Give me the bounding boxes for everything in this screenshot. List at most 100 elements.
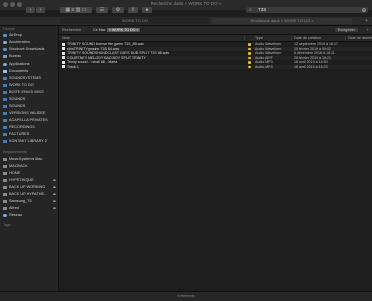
sidebar-tags-header: Tags <box>3 223 11 227</box>
audio-file-icon <box>62 51 65 55</box>
table-row[interactable]: Track 1 Audio MP3 18 avril 2019 à 16:23 <box>59 64 372 69</box>
sidebar-item-backup-working[interactable]: BACK UP WORKING ⏏ <box>3 184 57 190</box>
drive-icon <box>3 178 7 182</box>
sidebar-item-versions-validee[interactable]: VERSIONS VALIDEE <box>3 110 57 116</box>
audio-file-icon <box>62 56 65 60</box>
eject-icon[interactable]: ⏏ <box>53 177 56 183</box>
sidebar-item-label: Réseau <box>9 213 23 217</box>
column-divider[interactable] <box>244 36 245 40</box>
folder-icon <box>3 104 7 108</box>
save-search-button[interactable]: Enregistrer <box>334 28 358 32</box>
sidebar-item-label: HYPETHIQUE <box>9 178 34 182</box>
sidebar-item-label: AirDrop <box>9 33 22 37</box>
sidebar-item-sounds-2[interactable]: SOUNDS <box>3 103 57 109</box>
sidebar-item-work-to-do[interactable]: WORK TO DO <box>3 82 57 88</box>
sidebar-item-acapella-privates[interactable]: ACAPELLA PRIVATES <box>3 117 57 123</box>
tag-button[interactable]: ● <box>142 7 152 13</box>
drive-icon <box>3 199 7 203</box>
sidebar-item-downloads[interactable]: Stockové Downloads <box>3 46 57 52</box>
drive-icon <box>3 185 7 189</box>
sidebar-item-label: BACK UP HYPATHE... <box>9 192 48 196</box>
sidebar-item-bureau[interactable]: Bureau <box>3 53 57 59</box>
tab-search-results[interactable]: Recherche dans « WORK TO DO » <box>212 18 352 24</box>
column-view-icon[interactable]: ▥ <box>76 7 81 13</box>
sidebar-item-airdrop[interactable]: AirDrop <box>3 32 57 38</box>
back-button[interactable]: ‹ <box>26 7 35 13</box>
sidebar-item-backup-hypathe[interactable]: BACK UP HYPATHE... ⏏ <box>3 191 57 197</box>
sidebar-item-label: MusicSystem's Mac <box>9 157 43 161</box>
sidebar-item-label: KONTAKT LIBRARY 2 <box>9 139 47 143</box>
sidebar-item-label: SOUNDS <box>9 104 26 108</box>
applications-icon <box>3 62 7 66</box>
drive-icon <box>3 164 7 168</box>
folder-icon <box>3 90 7 94</box>
scope-this-mac[interactable]: Ce Mac <box>91 28 107 32</box>
column-date-modified[interactable]: Date de dernière... <box>348 35 372 41</box>
action-button[interactable]: ⚙ <box>112 7 124 13</box>
column-name[interactable]: Nom <box>62 35 70 41</box>
clock-icon <box>3 40 7 44</box>
scope-work-to-do[interactable]: « WORK TO DO » <box>107 28 141 32</box>
sidebar-item-applications[interactable]: Applications <box>3 61 57 67</box>
tab-work-to-do[interactable]: WORK TO DO <box>60 18 210 24</box>
audio-file-icon <box>62 47 65 51</box>
list-view-icon[interactable]: ≡ <box>71 7 74 13</box>
eject-icon[interactable]: ⏏ <box>53 198 56 204</box>
clear-search-icon[interactable]: × <box>362 8 366 12</box>
sidebar-item-label: Acceleration <box>9 40 30 44</box>
file-date-created: 18 avril 2019 à 16:23 <box>294 64 328 69</box>
toolbar: ‹ › ▦ ≡ ▥ ▭ ☷ ⚙ ⇪ ● ⌕ T3S × <box>0 5 372 17</box>
sidebar-item-label: FACTURES <box>9 132 30 136</box>
sidebar-item-label: MACBACK <box>9 164 28 168</box>
gear-icon: ⚙ <box>115 7 121 13</box>
eject-icon[interactable]: ⏏ <box>53 191 56 197</box>
share-icon: ⇪ <box>130 7 136 13</box>
column-type[interactable]: Type <box>255 35 263 41</box>
sidebar-item-reseau[interactable]: Réseau <box>3 212 57 218</box>
sidebar-item-home[interactable]: HOME <box>3 170 57 176</box>
eject-icon[interactable]: ⏏ <box>53 184 56 190</box>
view-mode-group[interactable]: ▦ ≡ ▥ ▭ <box>60 7 92 13</box>
folder-icon <box>3 118 7 122</box>
sidebar-item-soundsystems[interactable]: SOUNDSYSTEMS <box>3 75 57 81</box>
sidebar-item-samsung-t5[interactable]: Samsung_T5 ⏏ <box>3 198 57 204</box>
search-field[interactable]: ⌕ T3S × <box>246 7 368 13</box>
drive-icon <box>3 192 7 196</box>
sidebar-item-sounds[interactable]: SOUNDS <box>3 96 57 102</box>
folder-icon <box>3 111 7 115</box>
sidebar-item-acceleration[interactable]: Acceleration <box>3 39 57 45</box>
tag-dot <box>248 52 251 55</box>
sidebar-item-factures[interactable]: FACTURES <box>3 131 57 137</box>
search-input[interactable]: T3S <box>258 7 266 13</box>
sidebar-item-label: Alfred <box>9 206 19 210</box>
sidebar-item-computer[interactable]: MusicSystem's Mac <box>3 156 57 162</box>
sidebar-item-recordings[interactable]: RECORDINGS <box>3 124 57 130</box>
eject-icon[interactable]: ⏏ <box>53 205 56 211</box>
sidebar-item-label: SOUNDS <box>9 97 26 101</box>
file-list: TRINITY SOUND license fire game T3S_88.w… <box>59 42 372 300</box>
share-button[interactable]: ⇪ <box>128 7 138 13</box>
sidebar-item-label: VERSIONS VALIDEE <box>9 111 46 115</box>
sidebar-item-label: WORK TO DO <box>9 83 34 87</box>
sidebar-item-kontakt-library[interactable]: KONTAKT LIBRARY 2 <box>3 138 57 144</box>
new-tab-button[interactable]: + <box>365 18 368 24</box>
sidebar-item-alfred[interactable]: Alfred ⏏ <box>3 205 57 211</box>
sidebar-item-hypethique[interactable]: HYPETHIQUE ⏏ <box>3 177 57 183</box>
column-divider[interactable] <box>345 36 346 40</box>
sidebar-item-macback[interactable]: MACBACK <box>3 163 57 169</box>
sidebar-item-boite-envoi-mixs[interactable]: BOITE ENVOI MIXS <box>3 89 57 95</box>
gallery-view-icon[interactable]: ▭ <box>82 7 87 13</box>
tag-icon: ● <box>145 7 149 13</box>
search-scope-bar: Rechercher : Ce Mac « WORK TO DO » Enreg… <box>59 26 372 35</box>
forward-button[interactable]: › <box>36 7 45 13</box>
folder-icon <box>3 132 7 136</box>
sidebar-item-documents[interactable]: Documents <box>3 68 57 74</box>
column-divider[interactable] <box>291 36 292 40</box>
tab-bar: WORK TO DO Recherche dans « WORK TO DO »… <box>0 17 372 26</box>
column-date-created[interactable]: Date de création <box>294 35 321 41</box>
drive-icon <box>3 171 7 175</box>
grid-view-icon[interactable]: ▦ <box>65 7 70 13</box>
add-criteria-button[interactable]: + <box>367 28 369 32</box>
column-header: Nom Type Date de création Date de derniè… <box>59 35 372 42</box>
group-by-button[interactable]: ☷ <box>96 7 108 13</box>
